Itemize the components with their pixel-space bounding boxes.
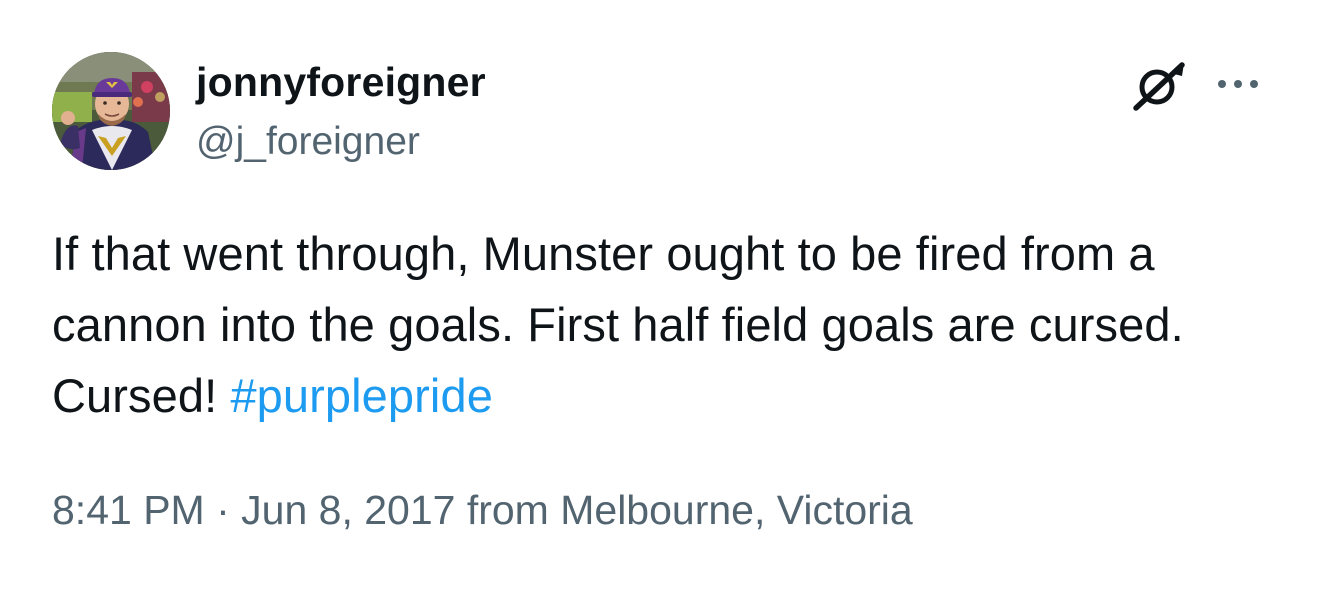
author-handle[interactable]: @j_foreigner — [196, 117, 420, 167]
grok-icon-graphic — [1133, 62, 1185, 111]
author-display-name[interactable]: jonnyforeigner — [196, 56, 486, 108]
profile-photo — [52, 52, 170, 170]
tweet-time[interactable]: 8:41 PM — [52, 487, 205, 533]
tweet-metadata: 8:41 PM · Jun 8, 2017 from Melbourne, Vi… — [52, 482, 913, 538]
more-icon-graphic — [1218, 80, 1258, 88]
tweet-text-body: If that went through, Munster ought to b… — [52, 227, 1184, 422]
hashtag-link[interactable]: #purplepride — [230, 369, 493, 422]
tweet-location[interactable]: Melbourne, Victoria — [560, 487, 912, 533]
avatar[interactable] — [52, 52, 170, 170]
tweet-text: If that went through, Munster ought to b… — [52, 218, 1282, 431]
grok-slash-icon[interactable] — [1130, 60, 1188, 112]
tweet-card: jonnyforeigner @j_foreigner If that went… — [0, 0, 1320, 592]
meta-separator: · — [204, 487, 242, 533]
tweet-date[interactable]: Jun 8, 2017 — [241, 487, 455, 533]
location-prefix: from — [455, 487, 561, 533]
more-horizontal-icon[interactable] — [1214, 72, 1268, 96]
